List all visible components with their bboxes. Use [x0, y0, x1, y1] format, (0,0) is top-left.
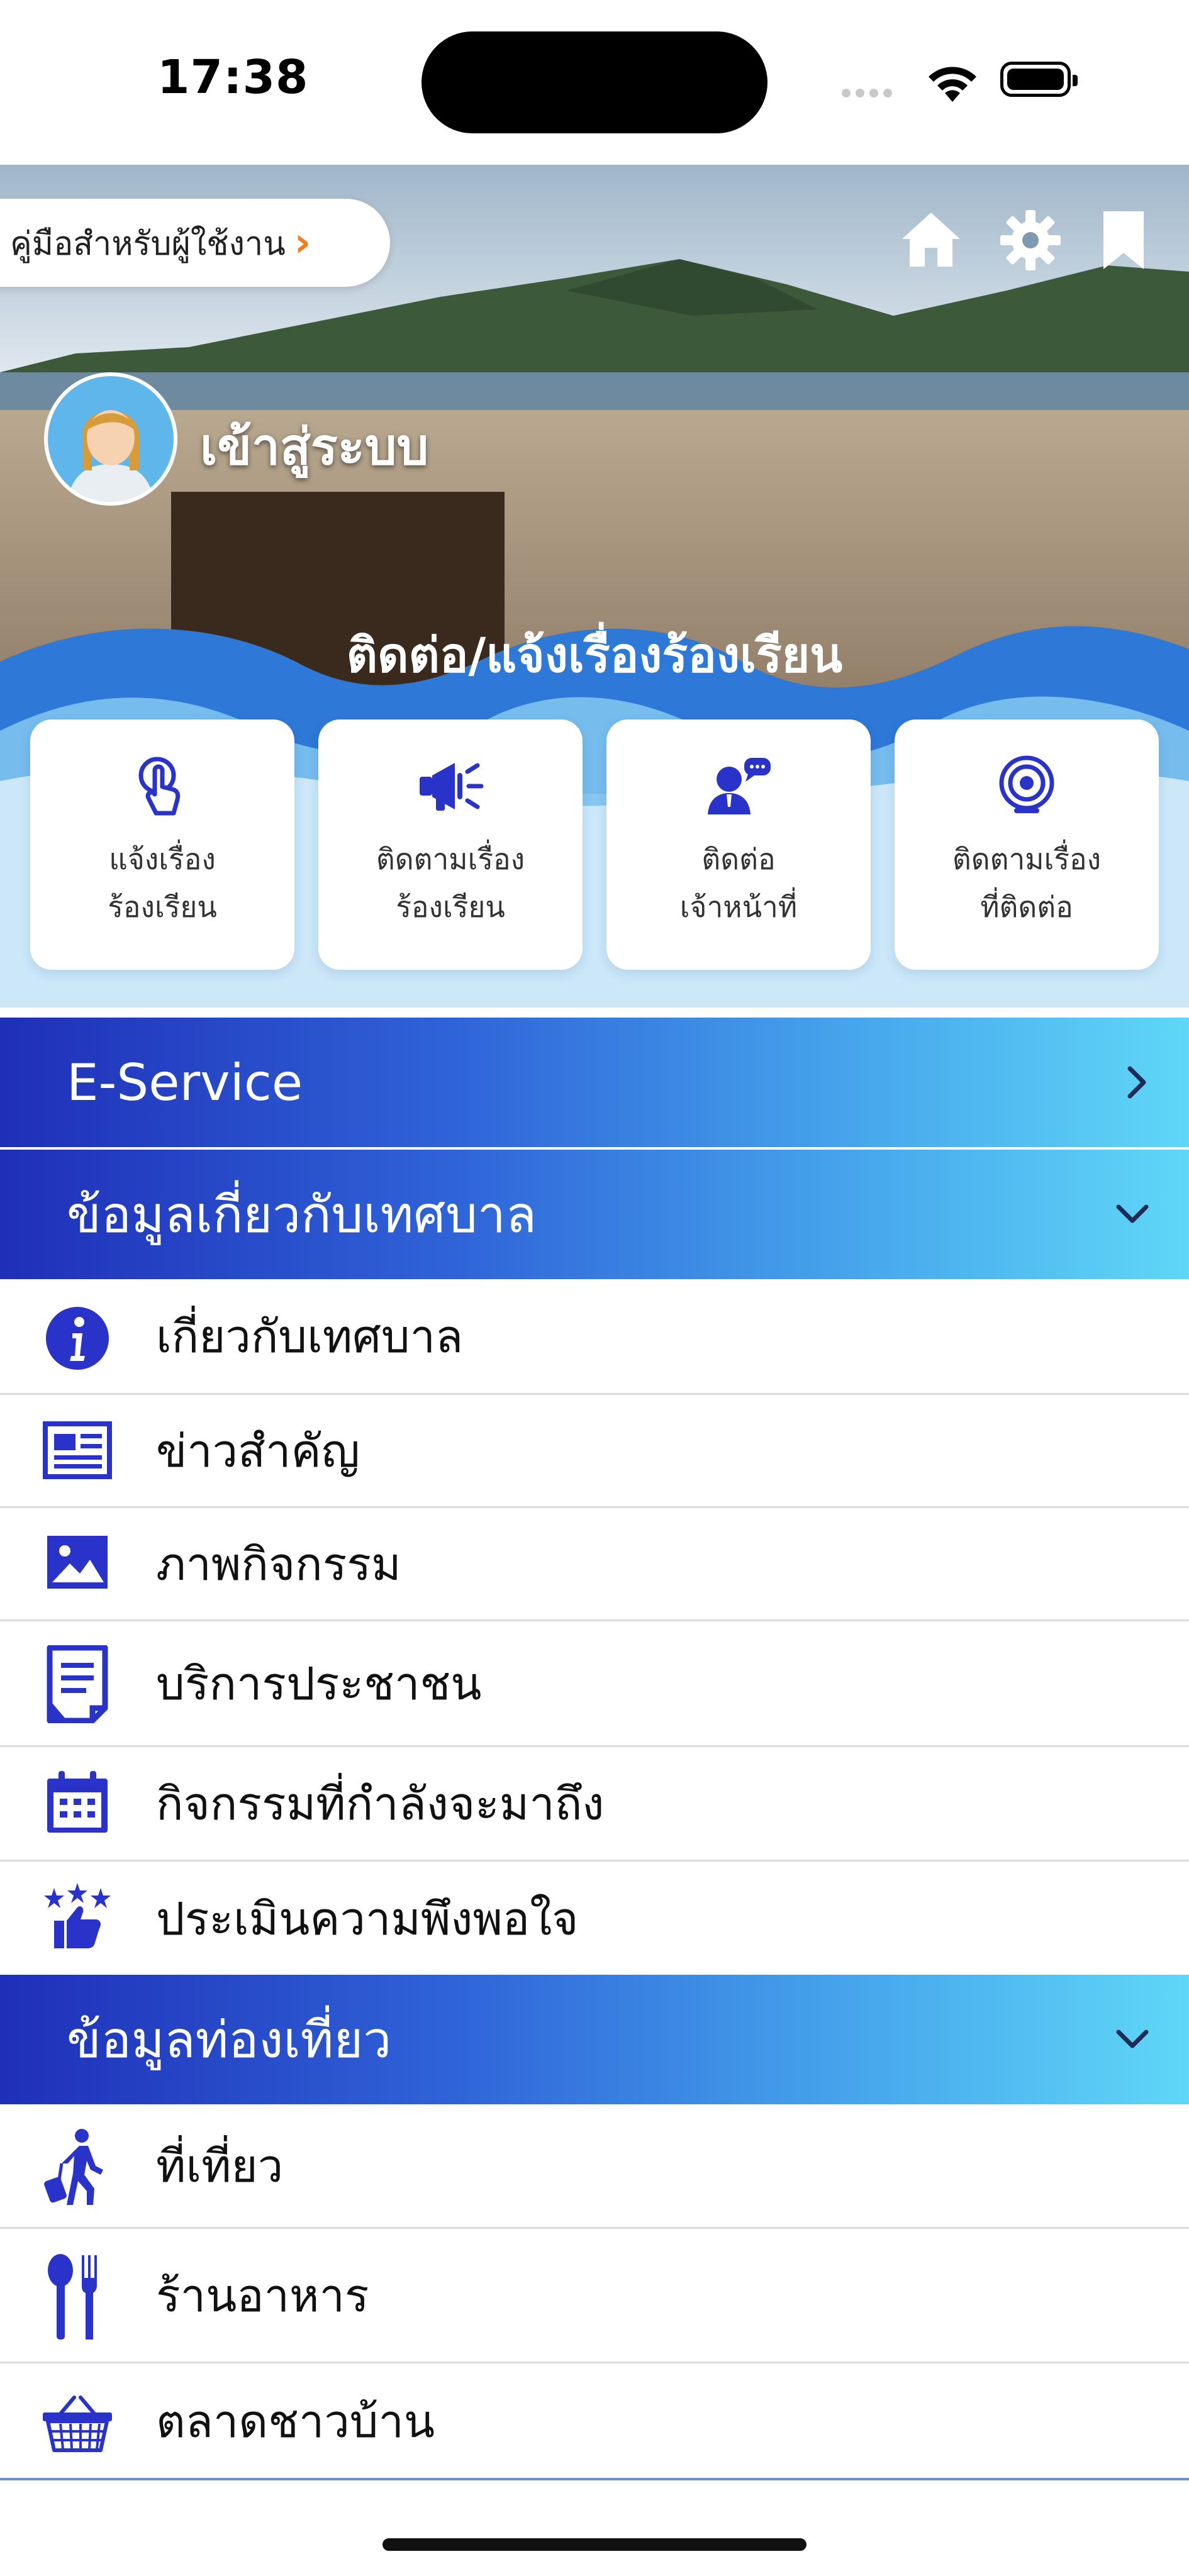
contact-officer-card[interactable]: ติดต่อ เจ้าหน้าที่ — [606, 719, 871, 970]
info-icon — [46, 1307, 109, 1370]
chevron-down-icon — [1116, 1204, 1149, 1223]
section-municipal-label: ข้อมูลเกี่ยวกับเทศบาล — [67, 1185, 537, 1244]
list-item-label: ข่าวสำคัญ — [156, 1424, 360, 1477]
track-contact-card[interactable]: ติดตามเรื่อง ที่ติดต่อ — [895, 719, 1159, 970]
list-item-label: บริการประชาชน — [156, 1657, 482, 1710]
list-item-activity-photos[interactable]: ภาพกิจกรรม — [0, 1508, 1189, 1621]
target-icon — [999, 755, 1054, 813]
list-item-label: เกี่ยวกับเทศบาล — [156, 1310, 464, 1363]
login-link[interactable]: เข้าสู่ระบบ — [200, 407, 428, 487]
section-eservice[interactable]: E-Service — [0, 1018, 1189, 1147]
home-indicator[interactable] — [382, 2538, 807, 2551]
section-eservice-label: E-Service — [67, 1053, 303, 1112]
list-item-restaurants[interactable]: ร้านอาหาร — [0, 2229, 1189, 2363]
card-label-line2: เจ้าหน้าที่ — [679, 890, 798, 924]
cutlery-icon — [48, 2254, 97, 2340]
thumbs-up-stars-icon — [44, 1883, 111, 1948]
hero-banner: คู่มือสำหรับผู้ใช้งาน › เข้าสู่ระบบ ติดต… — [0, 165, 1189, 1008]
list-item-label: ร้านอาหาร — [156, 2269, 369, 2322]
card-label-line1: ติดตามเรื่อง — [952, 842, 1102, 876]
status-bar: 17:38 — [0, 0, 1189, 165]
list-item-about-municipality[interactable]: เกี่ยวกับเทศบาล — [0, 1279, 1189, 1395]
list-item-upcoming-events[interactable]: กิจกรรมที่กำลังจะมาถึง — [0, 1747, 1189, 1862]
dynamic-island — [421, 31, 768, 133]
list-item-label: กิจกรรมที่กำลังจะมาถึง — [156, 1777, 605, 1830]
list-item-attractions[interactable]: ที่เที่ยว — [0, 2104, 1189, 2229]
officer-chat-icon — [708, 758, 771, 814]
list-item-label: ภาพกิจกรรม — [156, 1538, 401, 1591]
hand-tap-icon — [138, 757, 181, 816]
calendar-icon — [47, 1771, 108, 1833]
card-label-line2: ร้องเรียน — [396, 890, 505, 924]
traveler-icon — [44, 2129, 103, 2205]
card-label-line2: ร้องเรียน — [108, 890, 217, 924]
battery-icon — [1000, 62, 1078, 97]
section-tourism-label: ข้อมูลท่องเที่ยว — [67, 2010, 392, 2069]
card-label-line1: แจ้งเรื่อง — [109, 842, 216, 876]
user-manual-label: คู่มือสำหรับผู้ใช้งาน — [10, 225, 286, 263]
report-complaint-card[interactable]: แจ้งเรื่อง ร้องเรียน — [30, 719, 294, 970]
list-item-public-services[interactable]: บริการประชาชน — [0, 1621, 1189, 1747]
home-icon[interactable] — [900, 209, 963, 269]
list-item-important-news[interactable]: ข่าวสำคัญ — [0, 1395, 1189, 1508]
status-time: 17:38 — [157, 50, 309, 104]
megaphone-icon — [420, 763, 484, 811]
list-item-local-market[interactable]: ตลาดชาวบ้าน — [0, 2363, 1189, 2480]
cellular-signal-icon — [842, 88, 897, 100]
basket-icon — [43, 2396, 112, 2452]
card-label-line1: ติดต่อ — [701, 842, 776, 876]
user-manual-button[interactable]: คู่มือสำหรับผู้ใช้งาน › — [0, 199, 390, 287]
wifi-icon — [929, 67, 976, 102]
image-icon — [47, 1536, 108, 1589]
document-icon — [47, 1645, 108, 1723]
contact-section-title: ติดต่อ/แจ้งเรื่องร้องเรียน — [346, 627, 843, 683]
contact-cards: แจ้งเรื่อง ร้องเรียน ติดตามเรื่อง ร้องเร… — [30, 719, 1159, 970]
card-label-line2: ที่ติดต่อ — [980, 890, 1073, 924]
list-item-satisfaction-survey[interactable]: ประเมินความพึงพอใจ — [0, 1862, 1189, 1975]
list-item-label: ประเมินความพึงพอใจ — [156, 1892, 579, 1945]
section-tourism-info[interactable]: ข้อมูลท่องเที่ยว — [0, 1975, 1189, 2104]
avatar[interactable] — [44, 372, 177, 506]
card-label-line1: ติดตามเรื่อง — [376, 842, 525, 876]
list-item-label: ที่เที่ยว — [156, 2140, 284, 2192]
chevron-right-icon: › — [294, 219, 311, 266]
track-complaint-card[interactable]: ติดตามเรื่อง ร้องเรียน — [318, 719, 583, 970]
chevron-right-icon — [1127, 1066, 1146, 1099]
section-municipal-info[interactable]: ข้อมูลเกี่ยวกับเทศบาล — [0, 1150, 1189, 1279]
newspaper-icon — [43, 1421, 112, 1479]
top-action-icons — [900, 209, 1149, 272]
user-avatar-icon — [67, 410, 155, 502]
bookmark-icon[interactable] — [1098, 209, 1149, 272]
gear-icon[interactable] — [999, 209, 1062, 272]
chevron-down-icon — [1116, 2029, 1149, 2048]
list-item-label: ตลาดชาวบ้าน — [156, 2394, 435, 2448]
